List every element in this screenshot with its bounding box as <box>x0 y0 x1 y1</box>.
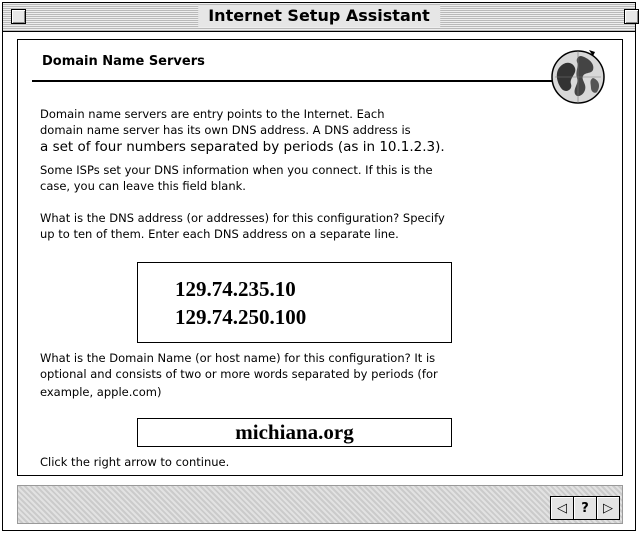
section-title: Domain Name Servers <box>42 54 205 69</box>
window-title: Internet Setup Assistant <box>198 5 440 27</box>
dns-prompt-line: What is the DNS address (or addresses) f… <box>40 211 445 225</box>
dns-address-entry: 129.74.250.100 <box>175 305 307 329</box>
intro-line: domain name server has its own DNS addre… <box>40 123 411 137</box>
dns-address-entry: 129.74.235.10 <box>175 277 296 301</box>
collapse-box[interactable] <box>624 9 639 24</box>
navigation-controls: ◁ ? ▷ <box>550 496 620 520</box>
globe-icon <box>551 50 605 104</box>
domain-name-field[interactable]: michiana.org <box>137 418 452 447</box>
domain-prompt-line: What is the Domain Name (or host name) f… <box>40 351 436 365</box>
isp-note-text: Some ISPs set your DNS information when … <box>40 162 433 194</box>
back-arrow-button[interactable]: ◁ <box>551 497 574 519</box>
domain-prompt-text: What is the Domain Name (or host name) f… <box>40 350 438 400</box>
close-box[interactable] <box>11 9 26 24</box>
dns-address-field[interactable]: 129.74.235.10 129.74.250.100 <box>137 262 452 343</box>
help-button[interactable]: ? <box>574 497 597 519</box>
title-bar[interactable]: Internet Setup Assistant <box>3 3 639 32</box>
continue-instruction: Click the right arrow to continue. <box>40 455 230 469</box>
header-divider <box>32 80 572 82</box>
dns-prompt-text: What is the DNS address (or addresses) f… <box>40 210 445 242</box>
intro-line: Domain name servers are entry points to … <box>40 107 385 121</box>
forward-arrow-button[interactable]: ▷ <box>597 497 619 519</box>
dns-prompt-line: up to ten of them. Enter each DNS addres… <box>40 227 399 241</box>
setup-assistant-window: Internet Setup Assistant Domain Name Ser… <box>2 2 639 531</box>
content-panel: Domain Name Servers Domain name servers … <box>17 39 623 476</box>
intro-text: Domain name servers are entry points to … <box>40 106 445 156</box>
navigation-bar: ◁ ? ▷ <box>17 485 623 524</box>
domain-prompt-line: example, apple.com) <box>40 385 162 399</box>
intro-line: a set of four numbers separated by perio… <box>40 139 445 155</box>
domain-prompt-line: optional and consists of two or more wor… <box>40 367 438 381</box>
isp-note-line: case, you can leave this field blank. <box>40 179 246 193</box>
isp-note-line: Some ISPs set your DNS information when … <box>40 163 433 177</box>
